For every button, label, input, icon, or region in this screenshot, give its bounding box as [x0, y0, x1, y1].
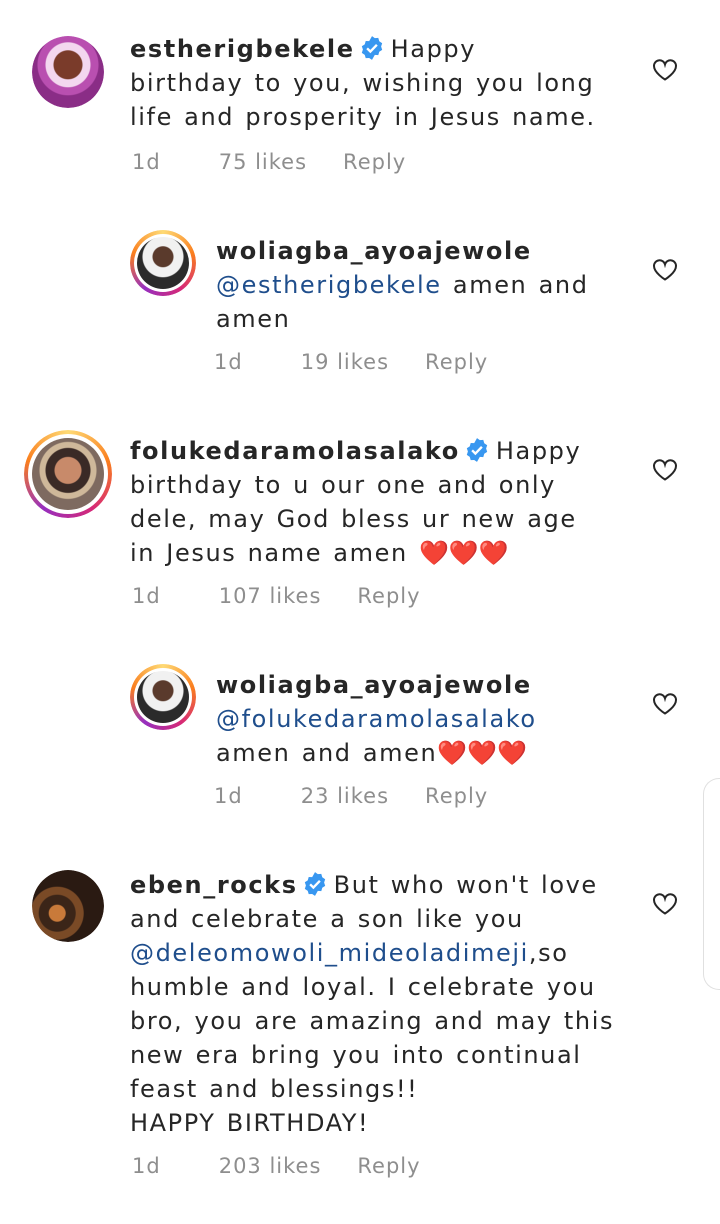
comment-text: HAPPY BIRTHDAY!: [130, 1109, 370, 1137]
avatar[interactable]: [24, 430, 112, 518]
comment-time: 1d: [214, 784, 243, 808]
reply-button[interactable]: Reply: [425, 350, 488, 374]
reply-button[interactable]: Reply: [343, 150, 406, 174]
comment-time: 1d: [214, 350, 243, 374]
comment-body: estherigbekele Happy birthday to you, wis…: [130, 32, 600, 134]
comment-body: woliagba_ayoajewole @folukedaramolasalak…: [216, 668, 616, 770]
username[interactable]: woliagba_ayoajewole: [216, 671, 532, 699]
reply-button[interactable]: Reply: [357, 584, 420, 608]
heart-outline-icon[interactable]: [652, 892, 678, 916]
emoji: ❤️❤️❤️: [437, 739, 527, 767]
username[interactable]: folukedaramolasalako: [130, 437, 460, 465]
avatar[interactable]: [130, 230, 196, 296]
comment-meta: 1d 75 likes Reply: [132, 150, 406, 174]
comment-body: woliagba_ayoajewole @estherigbekele amen…: [216, 234, 606, 336]
likes-count[interactable]: 23 likes: [301, 784, 389, 808]
likes-count[interactable]: 203 likes: [219, 1154, 322, 1178]
comment-body: eben_rocks But who won't love and celebra…: [130, 868, 620, 1140]
heart-outline-icon[interactable]: [652, 458, 678, 482]
reply-button[interactable]: Reply: [357, 1154, 420, 1178]
verified-badge-icon: [304, 872, 325, 896]
comment-meta: 1d 19 likes Reply: [214, 350, 488, 374]
comment-body: folukedaramolasalako Happy birthday to u …: [130, 434, 600, 570]
username[interactable]: eben_rocks: [130, 871, 298, 899]
likes-count[interactable]: 19 likes: [301, 350, 389, 374]
scroll-handle[interactable]: [703, 778, 720, 990]
comment-text: amen and amen: [216, 739, 438, 767]
comment-meta: 1d 203 likes Reply: [132, 1154, 421, 1178]
likes-count[interactable]: 107 likes: [219, 584, 322, 608]
heart-outline-icon[interactable]: [652, 692, 678, 716]
comment-time: 1d: [132, 584, 161, 608]
username[interactable]: estherigbekele: [130, 35, 355, 63]
mention-link[interactable]: @estherigbekele: [216, 271, 442, 299]
heart-outline-icon[interactable]: [652, 58, 678, 82]
likes-count[interactable]: 75 likes: [219, 150, 307, 174]
username[interactable]: woliagba_ayoajewole: [216, 237, 532, 265]
reply-button[interactable]: Reply: [425, 784, 488, 808]
mention-link[interactable]: @folukedaramolasalako: [216, 705, 537, 733]
avatar[interactable]: [130, 664, 196, 730]
emoji: ❤️❤️❤️: [419, 539, 509, 567]
avatar[interactable]: [32, 36, 104, 108]
heart-outline-icon[interactable]: [652, 258, 678, 282]
comment-meta: 1d 23 likes Reply: [214, 784, 488, 808]
comment-meta: 1d 107 likes Reply: [132, 584, 421, 608]
avatar[interactable]: [32, 870, 104, 942]
verified-badge-icon: [466, 438, 488, 462]
comment-time: 1d: [132, 150, 161, 174]
comment-time: 1d: [132, 1154, 161, 1178]
verified-badge-icon: [361, 36, 382, 60]
mention-link[interactable]: @deleomowoli_mideoladimeji: [130, 939, 529, 967]
